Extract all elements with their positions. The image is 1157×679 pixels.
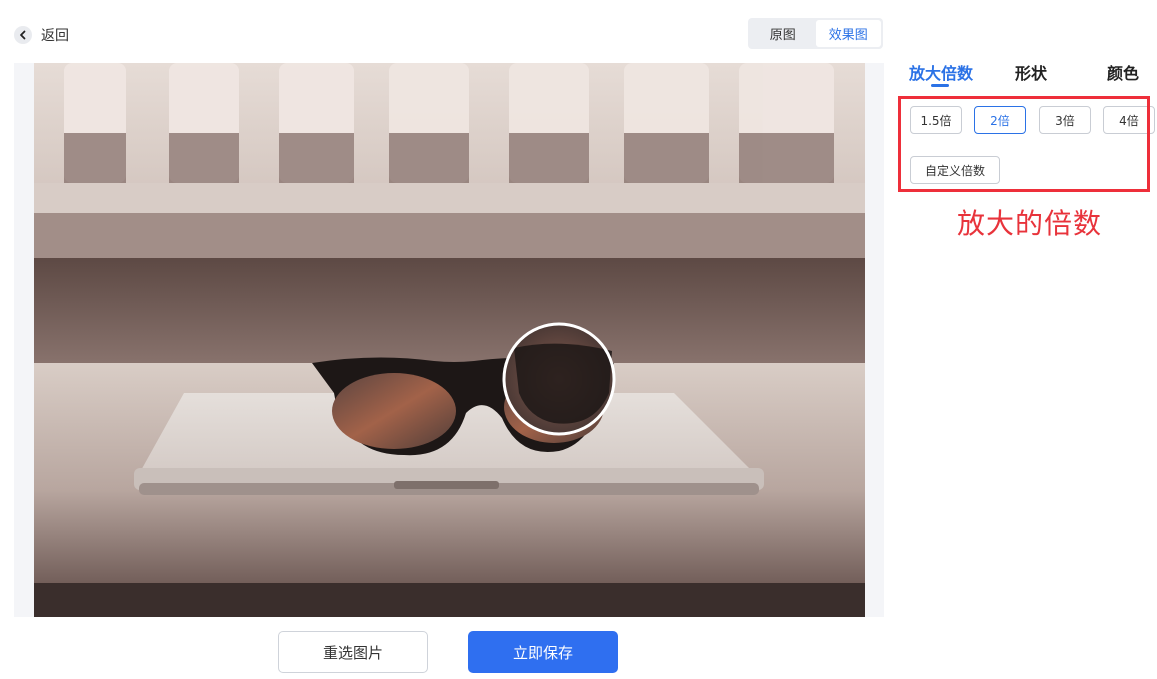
tab-active-indicator bbox=[931, 84, 949, 87]
toggle-effect[interactable]: 效果图 bbox=[815, 20, 881, 47]
sunglasses-photo bbox=[34, 63, 865, 617]
settings-tabs: 放大倍数 形状 颜色 bbox=[909, 60, 1149, 90]
reselect-image-button[interactable]: 重选图片 bbox=[278, 631, 428, 673]
view-toggle: 原图 效果图 bbox=[748, 18, 883, 49]
magnifier-editor-page: 返回 原图 效果图 重选图片 立即保存 放大倍数 形状 颜色 1.5倍 2倍 3… bbox=[0, 0, 1157, 679]
magnification-highlight-box bbox=[898, 96, 1150, 192]
image-canvas bbox=[14, 63, 884, 617]
chevron-left-icon bbox=[14, 26, 32, 44]
back-button[interactable]: 返回 bbox=[14, 25, 69, 45]
toggle-original[interactable]: 原图 bbox=[750, 20, 816, 47]
back-label: 返回 bbox=[41, 28, 69, 44]
tab-shape[interactable]: 形状 bbox=[1015, 60, 1047, 84]
tab-magnification[interactable]: 放大倍数 bbox=[909, 60, 973, 84]
photo-preview[interactable] bbox=[34, 63, 865, 617]
annotation-label: 放大的倍数 bbox=[957, 207, 1103, 240]
tab-color[interactable]: 颜色 bbox=[1107, 60, 1139, 84]
save-now-button[interactable]: 立即保存 bbox=[468, 631, 618, 673]
